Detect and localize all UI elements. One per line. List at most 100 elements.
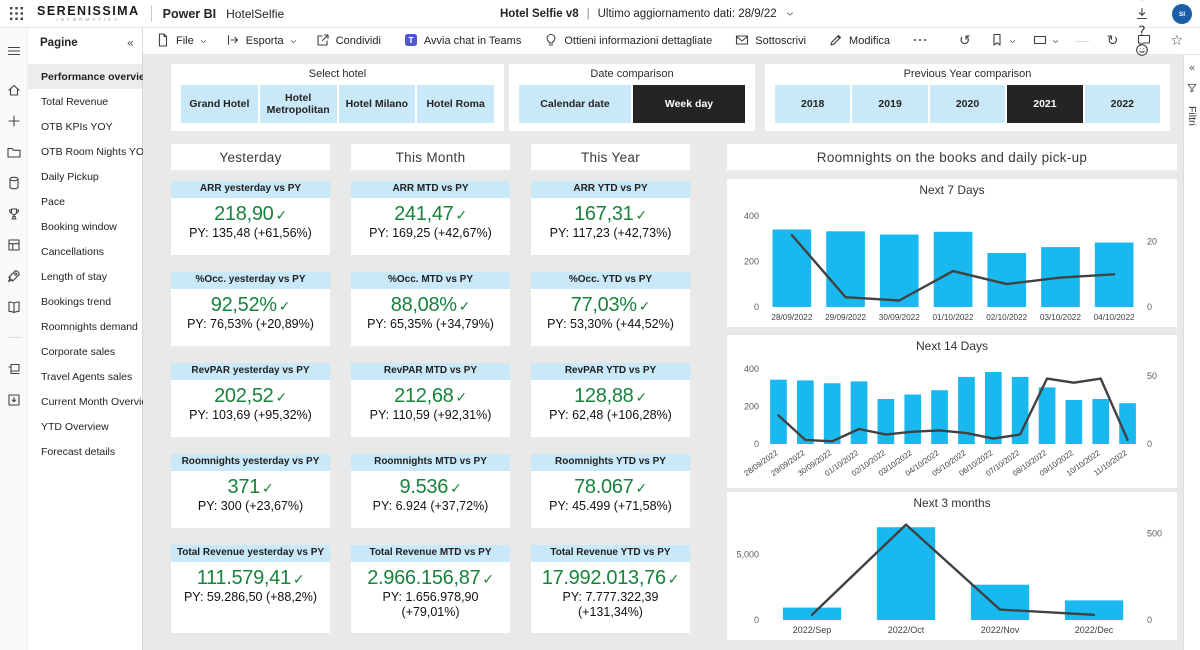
kpi-card[interactable]: RevPAR yesterday vs PY 202,52✓ PY: 103,6… xyxy=(171,363,330,437)
kpi-card[interactable]: ARR YTD vs PY 167,31✓ PY: 117,23 (+42,73… xyxy=(531,181,690,255)
expand-filters-icon[interactable]: « xyxy=(1189,61,1196,74)
sidebar-page-item[interactable]: Daily Pickup xyxy=(28,164,142,189)
svg-text:04/10/2022: 04/10/2022 xyxy=(1094,313,1135,322)
workspaces-icon[interactable] xyxy=(0,353,28,384)
onelake-icon[interactable] xyxy=(0,167,28,198)
app-icon[interactable] xyxy=(0,384,28,415)
svg-text:03/10/2022: 03/10/2022 xyxy=(1040,313,1081,322)
svg-text:500: 500 xyxy=(1147,528,1162,538)
sidebar-page-item[interactable]: Booking window xyxy=(28,214,142,239)
smiley-icon[interactable] xyxy=(1133,41,1151,59)
deployments-icon[interactable] xyxy=(0,260,28,291)
browse-icon[interactable] xyxy=(0,136,28,167)
kpi-card[interactable]: Total Revenue yesterday vs PY 111.579,41… xyxy=(171,545,330,633)
download-icon[interactable] xyxy=(1133,5,1151,23)
filters-pane-label[interactable]: Filtri xyxy=(1186,106,1198,126)
hotel-filter-button[interactable]: Hotel Roma xyxy=(417,85,494,123)
pages-panel-title: Pagine xyxy=(40,37,78,49)
sidebar-page-item[interactable]: Total Revenue xyxy=(28,89,142,114)
kpi-value: 202,52✓ xyxy=(175,386,326,407)
year-filter-button[interactable]: 2019 xyxy=(852,85,927,123)
year-filter-button[interactable]: 2018 xyxy=(775,85,850,123)
kpi-card[interactable]: ARR yesterday vs PY 218,90✓ PY: 135,48 (… xyxy=(171,181,330,255)
svg-text:2022/Nov: 2022/Nov xyxy=(981,625,1020,635)
user-avatar[interactable]: SI xyxy=(1172,4,1192,24)
kpi-previous-year: PY: 7.777.322,39 (+131,34%) xyxy=(535,590,686,620)
sidebar-page-item[interactable]: OTB Room Nights YOY xyxy=(28,139,142,164)
pencil-icon xyxy=(828,32,844,51)
divider-icon xyxy=(1075,35,1089,48)
goals-icon[interactable] xyxy=(0,198,28,229)
sidebar-page-item[interactable]: Length of stay xyxy=(28,264,142,289)
filter-funnel-icon[interactable] xyxy=(1186,81,1198,99)
sidebar-page-item[interactable]: Forecast details xyxy=(28,439,142,464)
kpi-card[interactable]: Total Revenue YTD vs PY 17.992.013,76✓ P… xyxy=(531,545,690,633)
next-7-days-chart[interactable]: Next 7 Days 020040002028/09/202229/09/20… xyxy=(727,179,1177,327)
next-14-days-chart[interactable]: Next 14 Days 020040005028/09/202229/09/2… xyxy=(727,335,1177,488)
kpi-value: 371✓ xyxy=(175,477,326,498)
app-launcher-icon[interactable] xyxy=(9,6,25,22)
kpi-column: This Month ARR MTD vs PY 241,47✓ PY: 169… xyxy=(351,144,510,633)
select-hotel-panel: Select hotel Grand HotelHotel Metropolit… xyxy=(171,64,504,131)
svg-text:400: 400 xyxy=(744,364,759,374)
toolbar-item[interactable]: Ottieni informazioni dettagliate xyxy=(543,32,717,51)
kpi-card[interactable]: %Occ. yesterday vs PY 92,52%✓ PY: 76,53%… xyxy=(171,272,330,346)
hotel-filter-button[interactable]: Grand Hotel xyxy=(181,85,258,123)
divider-icon[interactable] xyxy=(0,322,28,353)
kpi-previous-year: PY: 103,69 (+95,32%) xyxy=(175,408,326,423)
kpi-card[interactable]: RevPAR YTD vs PY 128,88✓ PY: 62,48 (+106… xyxy=(531,363,690,437)
report-title[interactable]: Hotel Selfie v8 xyxy=(500,8,579,20)
toolbar-item[interactable]: Modifica xyxy=(828,32,895,51)
hotel-filter-button[interactable]: Hotel Milano xyxy=(339,85,416,123)
year-filter-button[interactable]: 2020 xyxy=(930,85,1005,123)
home-icon[interactable] xyxy=(0,74,28,105)
charts-panel-title: Roomnights on the books and daily pick-u… xyxy=(727,144,1177,170)
previous-year-panel: Previous Year comparison 201820192020202… xyxy=(765,64,1170,131)
sidebar-page-item[interactable]: OTB KPIs YOY xyxy=(28,114,142,139)
kpi-card[interactable]: ARR MTD vs PY 241,47✓ PY: 169,25 (+42,67… xyxy=(351,181,510,255)
hotel-filter-button[interactable]: Hotel Metropolitan xyxy=(260,85,337,123)
kpi-card[interactable]: Roomnights YTD vs PY 78.067✓ PY: 45.499 … xyxy=(531,454,690,528)
kpi-card[interactable]: %Occ. YTD vs PY 77,03%✓ PY: 53,30% (+44,… xyxy=(531,272,690,346)
new-icon[interactable] xyxy=(0,105,28,136)
kpi-card[interactable]: %Occ. MTD vs PY 88,08%✓ PY: 65,35% (+34,… xyxy=(351,272,510,346)
year-filter-button[interactable]: 2021 xyxy=(1007,85,1082,123)
learn-icon[interactable] xyxy=(0,291,28,322)
last-update-label[interactable]: Ultimo aggiornamento dati: 28/9/22 xyxy=(598,8,777,20)
sidebar-page-item[interactable]: YTD Overview xyxy=(28,414,142,439)
kpi-card[interactable]: Total Revenue MTD vs PY 2.966.156,87✓ PY… xyxy=(351,545,510,633)
kpi-card-title: RevPAR MTD vs PY xyxy=(351,363,510,380)
svg-text:02/10/2022: 02/10/2022 xyxy=(986,313,1027,322)
kpi-card[interactable]: Roomnights yesterday vs PY 371✓ PY: 300 … xyxy=(171,454,330,528)
kpi-value: 17.992.013,76✓ xyxy=(535,568,686,589)
year-filter-button[interactable]: 2022 xyxy=(1085,85,1160,123)
sidebar-page-item[interactable]: Pace xyxy=(28,189,142,214)
next-3-months-chart[interactable]: Next 3 months 05,00005002022/Sep2022/Oct… xyxy=(727,492,1177,640)
collapse-pages-icon[interactable]: « xyxy=(127,36,134,50)
chevron-down-icon[interactable] xyxy=(785,9,795,19)
date-comparison-button[interactable]: Week day xyxy=(633,85,745,123)
sidebar-page-item[interactable]: Performance overview xyxy=(28,64,142,89)
sidebar-page-item[interactable]: Travel Agents sales xyxy=(28,364,142,389)
sidebar-page-item[interactable]: Corporate sales xyxy=(28,339,142,364)
svg-text:2022/Oct: 2022/Oct xyxy=(888,625,925,635)
date-comparison-button[interactable]: Calendar date xyxy=(519,85,631,123)
sidebar-page-item[interactable]: Bookings trend xyxy=(28,289,142,314)
toolbar-item[interactable]: Esporta xyxy=(225,32,298,51)
toolbar-item[interactable]: Condividi xyxy=(315,32,386,51)
toolbar-item[interactable]: T Avvia chat in Teams xyxy=(403,32,526,51)
hamburger-menu-icon[interactable] xyxy=(0,35,28,66)
kpi-card[interactable]: RevPAR MTD vs PY 212,68✓ PY: 110,59 (+92… xyxy=(351,363,510,437)
monitoring-icon[interactable] xyxy=(0,229,28,260)
toolbar-item[interactable] xyxy=(912,32,938,51)
toolbar-item[interactable]: Sottoscrivi xyxy=(734,32,811,51)
workspace-name[interactable]: HotelSelfie xyxy=(226,7,284,21)
help-icon[interactable]: ? xyxy=(1133,23,1151,41)
toolbar-item[interactable]: File xyxy=(155,32,208,51)
sidebar-page-item[interactable]: Roomnights demand xyxy=(28,314,142,339)
sidebar-page-item[interactable]: Cancellations xyxy=(28,239,142,264)
kpi-card[interactable]: Roomnights MTD vs PY 9.536✓ PY: 6.924 (+… xyxy=(351,454,510,528)
report-toolbar: File Esporta Condividi T Avvia chat in T… xyxy=(143,28,1200,55)
kpi-previous-year: PY: 300 (+23,67%) xyxy=(175,499,326,514)
sidebar-page-item[interactable]: Current Month Overview xyxy=(28,389,142,414)
